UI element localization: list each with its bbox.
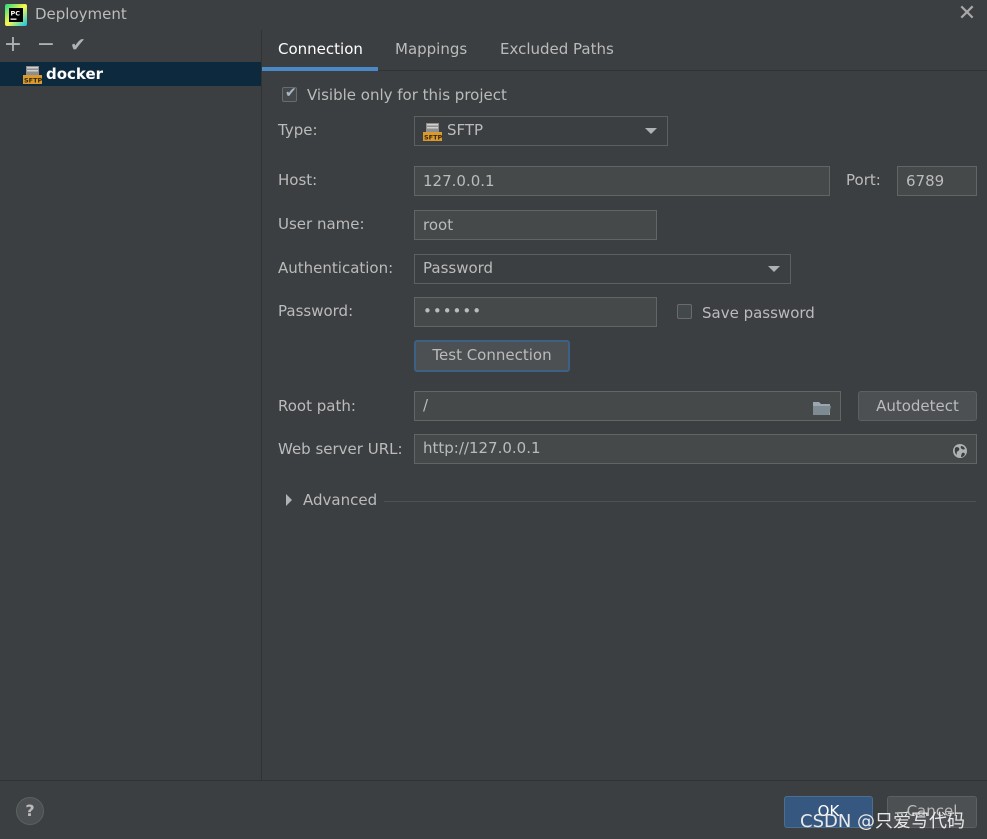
server-name: docker (46, 65, 104, 83)
visible-only-checkbox[interactable]: ✔ (282, 85, 297, 102)
username-label: User name: (278, 215, 365, 233)
sftp-icon: SFTP (23, 66, 43, 85)
apply-check-icon[interactable]: ✔ (67, 34, 89, 58)
password-input[interactable]: •••••• (414, 297, 657, 327)
advanced-divider (384, 501, 976, 502)
add-icon[interactable]: + (2, 34, 24, 58)
root-path-value: / (423, 396, 429, 414)
close-icon[interactable]: ✕ (957, 3, 977, 25)
title-bar (0, 0, 987, 30)
web-server-url-value: http://127.0.0.1 (423, 439, 541, 457)
test-connection-button[interactable]: Test Connection (414, 340, 570, 372)
server-list-panel (0, 30, 262, 780)
watermark-text: CSDN @只爱写代码 (800, 811, 966, 832)
port-label: Port: (846, 171, 881, 189)
web-server-url-label: Web server URL: (278, 440, 403, 458)
visible-only-label: Visible only for this project (307, 86, 507, 104)
remove-icon[interactable]: − (35, 34, 57, 58)
expand-arrow-icon[interactable] (286, 494, 292, 506)
chevron-down-icon (768, 266, 780, 272)
check-icon: ✔ (285, 85, 297, 101)
svg-text:PC: PC (11, 10, 21, 18)
password-label: Password: (278, 302, 354, 320)
authentication-label: Authentication: (278, 259, 394, 277)
tab-mappings[interactable]: Mappings (395, 40, 467, 58)
root-path-label: Root path: (278, 397, 356, 415)
globe-icon[interactable] (952, 441, 968, 468)
save-password-label: Save password (702, 304, 815, 322)
pycharm-icon: PC (5, 4, 27, 26)
type-value: SFTP (447, 121, 484, 139)
type-label: Type: (278, 121, 318, 139)
save-password-checkbox[interactable] (677, 304, 692, 319)
tab-excluded-paths[interactable]: Excluded Paths (500, 40, 614, 58)
host-input[interactable] (414, 166, 830, 196)
folder-icon[interactable] (812, 398, 832, 425)
window-title: Deployment (35, 5, 127, 23)
svg-text:SFTP: SFTP (24, 77, 42, 85)
sftp-icon: SFTP (423, 123, 443, 145)
active-tab-indicator (262, 67, 378, 71)
host-label: Host: (278, 171, 318, 189)
port-input[interactable] (897, 166, 977, 196)
chevron-down-icon (645, 128, 657, 134)
authentication-select[interactable]: Password (414, 254, 791, 284)
type-select[interactable]: SFTP SFTP (414, 116, 668, 146)
web-server-url-input[interactable]: http://127.0.0.1 (414, 434, 977, 464)
tab-bar (262, 30, 987, 71)
advanced-section-toggle[interactable]: Advanced (303, 491, 377, 509)
tab-connection[interactable]: Connection (278, 40, 363, 58)
username-input[interactable] (414, 210, 657, 240)
help-button[interactable]: ? (16, 797, 44, 825)
autodetect-button[interactable]: Autodetect (858, 391, 977, 421)
root-path-input[interactable]: / (414, 391, 841, 421)
authentication-value: Password (423, 259, 494, 277)
svg-text:SFTP: SFTP (424, 134, 442, 142)
